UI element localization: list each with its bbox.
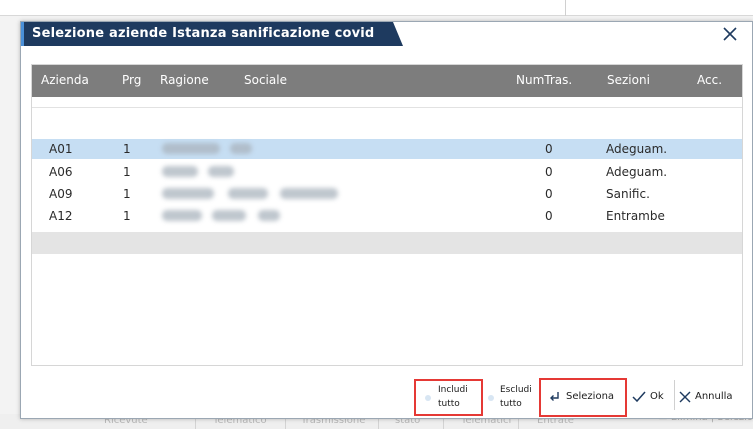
seleziona-button[interactable]: Seleziona: [548, 386, 623, 410]
title-accent: [21, 22, 24, 46]
background-divider: [565, 0, 566, 16]
redacted-ragione: [162, 188, 214, 199]
escludi-tutto-button[interactable]: Escludi tutto: [488, 383, 538, 413]
column-header-sezioni[interactable]: Sezioni: [607, 73, 650, 87]
cell-azienda: A12: [49, 209, 73, 223]
dialog-title-bar: Selezione aziende Istanza sanificazione …: [21, 22, 752, 46]
cell-sezioni: Entrambe: [606, 209, 665, 223]
cross-icon: [679, 391, 691, 403]
escludi-label-line2: tutto: [500, 399, 522, 409]
redacted-ragione-extra: [280, 188, 338, 199]
close-icon: [723, 27, 737, 41]
includi-label-line1: Includi: [438, 385, 468, 395]
cell-prg: 1: [123, 142, 131, 156]
cell-numtras: 0: [545, 142, 553, 156]
cell-prg: 1: [123, 165, 131, 179]
redacted-sociale: [230, 143, 252, 154]
cell-numtras: 0: [545, 209, 553, 223]
table-row[interactable]: A09 1 0 Sanific.: [32, 184, 742, 204]
table-row[interactable]: A12 1 0 Entrambe: [32, 206, 742, 226]
annulla-button[interactable]: Annulla: [678, 386, 740, 410]
cell-sezioni: Adeguam.: [606, 165, 668, 179]
redacted-ragione: [162, 143, 220, 154]
table-row[interactable]: A01 1 0 Adeguam.: [32, 139, 742, 159]
redacted-sociale: [212, 210, 246, 221]
cell-numtras: 0: [545, 165, 553, 179]
redacted-ragione: [162, 210, 202, 221]
grid-header-spacer: [32, 97, 742, 108]
cell-prg: 1: [123, 209, 131, 223]
footer-separator: [674, 380, 675, 410]
cell-sezioni: Adeguam.: [606, 142, 668, 156]
cell-sezioni: Sanific.: [606, 187, 650, 201]
redacted-sociale: [228, 188, 268, 199]
includi-tutto-button[interactable]: Includi tutto: [423, 383, 479, 413]
redacted-ragione: [162, 166, 198, 177]
ok-label: Ok: [650, 391, 664, 402]
redacted-ragione-extra: [258, 210, 280, 221]
cell-azienda: A01: [49, 142, 73, 156]
cell-prg: 1: [123, 187, 131, 201]
checkmark-icon: [632, 391, 646, 403]
column-header-acc[interactable]: Acc.: [697, 73, 722, 87]
ok-button[interactable]: Ok: [631, 386, 671, 410]
dialog-footer: Includi tutto Escludi tutto Seleziona Ok: [21, 372, 752, 420]
column-header-azienda[interactable]: Azienda: [41, 73, 89, 87]
selection-dialog: Selezione aziende Istanza sanificazione …: [20, 21, 753, 419]
table-row[interactable]: A06 1 0 Adeguam.: [32, 162, 742, 182]
includi-label-line2: tutto: [438, 399, 460, 409]
escludi-icon: [488, 395, 494, 401]
column-header-prg[interactable]: Prg: [122, 73, 141, 87]
enter-arrow-icon: [550, 392, 559, 401]
empty-row: [32, 232, 742, 254]
column-header-ragione[interactable]: Ragione: [160, 73, 209, 87]
background-header: [0, 0, 753, 16]
escludi-label-line1: Escludi: [500, 385, 532, 395]
dialog-title: Selezione aziende Istanza sanificazione …: [32, 26, 375, 41]
cell-azienda: A09: [49, 187, 73, 201]
cell-numtras: 0: [545, 187, 553, 201]
cell-azienda: A06: [49, 165, 73, 179]
annulla-label: Annulla: [695, 391, 733, 402]
close-button[interactable]: [720, 24, 740, 44]
includi-icon: [425, 395, 431, 401]
grid-header: Azienda Prg Ragione Sociale NumTras. Sez…: [32, 65, 742, 97]
column-header-numtras[interactable]: NumTras.: [516, 73, 572, 87]
redacted-sociale: [208, 166, 234, 177]
companies-grid[interactable]: Azienda Prg Ragione Sociale NumTras. Sez…: [31, 64, 743, 366]
seleziona-label: Seleziona: [566, 391, 615, 402]
column-header-sociale[interactable]: Sociale: [244, 73, 287, 87]
